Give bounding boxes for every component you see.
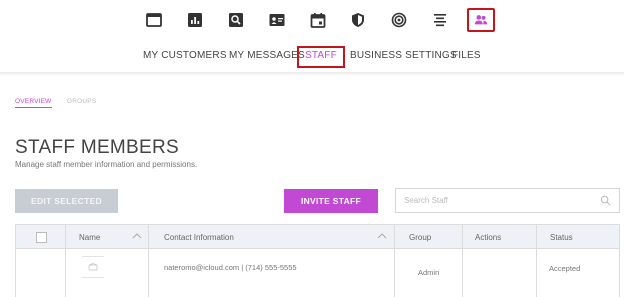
people-icon[interactable]	[467, 8, 495, 32]
search-input[interactable]	[404, 189, 594, 211]
header-divider	[0, 72, 624, 76]
table-header: Name Contact Information Group Actions S…	[16, 225, 619, 249]
text-nav: MY CUSTOMERS MY MESSAGES STAFF BUSINESS …	[0, 46, 624, 68]
top-icon-nav	[0, 0, 624, 40]
status-value: Accepted	[549, 264, 581, 273]
sort-icon[interactable]	[377, 233, 387, 239]
column-header-name[interactable]: Name	[79, 225, 100, 249]
avatar-placeholder-icon	[88, 263, 98, 271]
page-title: STAFF MEMBERS	[15, 137, 179, 158]
nav-business-settings[interactable]: BUSINESS SETTINGS	[350, 50, 457, 61]
shield-icon[interactable]	[348, 10, 368, 30]
column-header-group[interactable]: Group	[409, 225, 431, 249]
column-header-status[interactable]: Status	[550, 225, 573, 249]
contact-card-icon[interactable]	[267, 10, 287, 30]
contact-info: nateromo@icloud.com | (714) 555-5555	[164, 263, 297, 272]
calendar-icon[interactable]	[308, 10, 328, 30]
nav-staff[interactable]: STAFF	[297, 46, 345, 68]
column-header-contact[interactable]: Contact Information	[164, 225, 234, 249]
sort-icon[interactable]	[132, 233, 142, 239]
search-icon[interactable]	[600, 195, 611, 206]
text-align-icon[interactable]	[430, 10, 450, 30]
nav-my-customers[interactable]: MY CUSTOMERS	[143, 50, 227, 61]
select-all-checkbox[interactable]	[36, 232, 47, 243]
search-box	[395, 188, 620, 213]
staff-table: Name Contact Information Group Actions S…	[15, 224, 620, 297]
edit-selected-button[interactable]: EDIT SELECTED	[15, 189, 118, 213]
nav-files[interactable]: FILES	[452, 50, 481, 61]
column-header-actions: Actions	[475, 232, 502, 242]
bar-chart-icon[interactable]	[185, 10, 205, 30]
window-icon[interactable]	[144, 10, 164, 30]
group-value: Admin	[418, 268, 440, 277]
avatar	[82, 256, 104, 278]
tab-groups[interactable]: GROUPS	[67, 98, 96, 105]
search-box-icon[interactable]	[226, 10, 246, 30]
table-row[interactable]: nateromo@icloud.com | (714) 555-5555 Adm…	[16, 250, 619, 290]
invite-staff-button[interactable]: INVITE STAFF	[284, 189, 378, 213]
page-subtitle: Manage staff member information and perm…	[15, 160, 198, 169]
target-icon[interactable]	[389, 10, 409, 30]
nav-my-messages[interactable]: MY MESSAGES	[229, 50, 305, 61]
tab-overview[interactable]: OVERVIEW	[15, 98, 52, 108]
